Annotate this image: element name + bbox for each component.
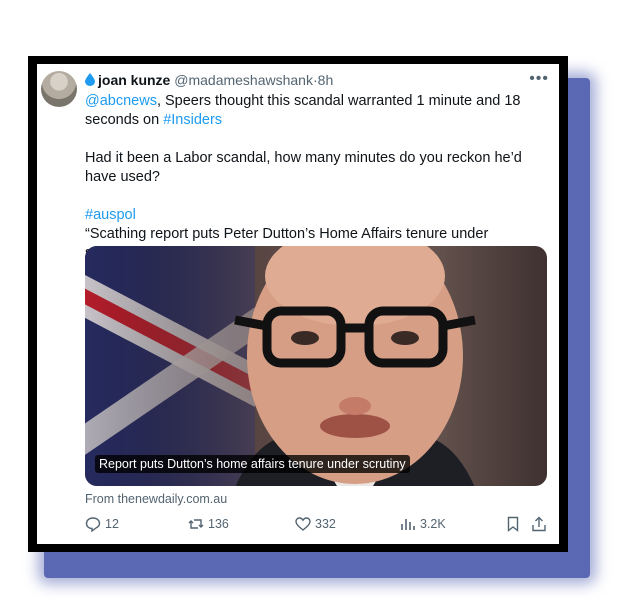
like-icon bbox=[295, 517, 311, 531]
hashtag-insiders[interactable]: #Insiders bbox=[163, 112, 222, 128]
tweet-card[interactable]: joan kunze @madameshawshank·8h ••• @abcn… bbox=[37, 64, 559, 544]
action-bar: 12 136 332 3.2K bbox=[85, 516, 547, 536]
paragraph-2: Had it been a Labor scandal, how many mi… bbox=[85, 150, 522, 185]
like-button[interactable]: 332 bbox=[295, 516, 336, 532]
person-photo bbox=[234, 246, 476, 486]
bookmark-icon bbox=[507, 516, 519, 532]
views-icon bbox=[401, 519, 415, 530]
more-icon[interactable]: ••• bbox=[529, 70, 549, 88]
tweet-header: joan kunze @madameshawshank·8h bbox=[85, 71, 333, 89]
timestamp[interactable]: 8h bbox=[318, 72, 334, 88]
media-caption: Report puts Dutton’s home affairs tenure… bbox=[95, 455, 410, 473]
bookmark-button[interactable] bbox=[505, 516, 521, 532]
tweet-text: @abcnews, Speers thought this scandal wa… bbox=[85, 92, 547, 263]
repost-count: 136 bbox=[208, 517, 229, 531]
link-card-image[interactable]: Report puts Dutton’s home affairs tenure… bbox=[85, 246, 547, 486]
mention-link[interactable]: @abcnews bbox=[85, 93, 157, 109]
hashtag-auspol[interactable]: #auspol bbox=[85, 207, 136, 223]
avatar[interactable] bbox=[41, 71, 77, 107]
views-count: 3.2K bbox=[420, 517, 446, 531]
author-handle[interactable]: @madameshawshank bbox=[174, 72, 313, 88]
views-button[interactable]: 3.2K bbox=[400, 516, 446, 532]
link-source[interactable]: From thenewdaily.com.au bbox=[85, 492, 227, 506]
share-button[interactable] bbox=[531, 516, 547, 532]
repost-icon bbox=[188, 519, 204, 529]
share-icon bbox=[532, 516, 546, 532]
author-name[interactable]: joan kunze bbox=[98, 72, 170, 88]
reply-icon bbox=[85, 517, 101, 532]
paragraph-3: #auspol bbox=[85, 206, 547, 225]
water-drop-icon bbox=[85, 73, 95, 86]
reply-count: 12 bbox=[105, 517, 119, 531]
like-count: 332 bbox=[315, 517, 336, 531]
reply-button[interactable]: 12 bbox=[85, 516, 119, 532]
paragraph-1: @abcnews, Speers thought this scandal wa… bbox=[85, 92, 547, 130]
repost-button[interactable]: 136 bbox=[188, 516, 229, 532]
